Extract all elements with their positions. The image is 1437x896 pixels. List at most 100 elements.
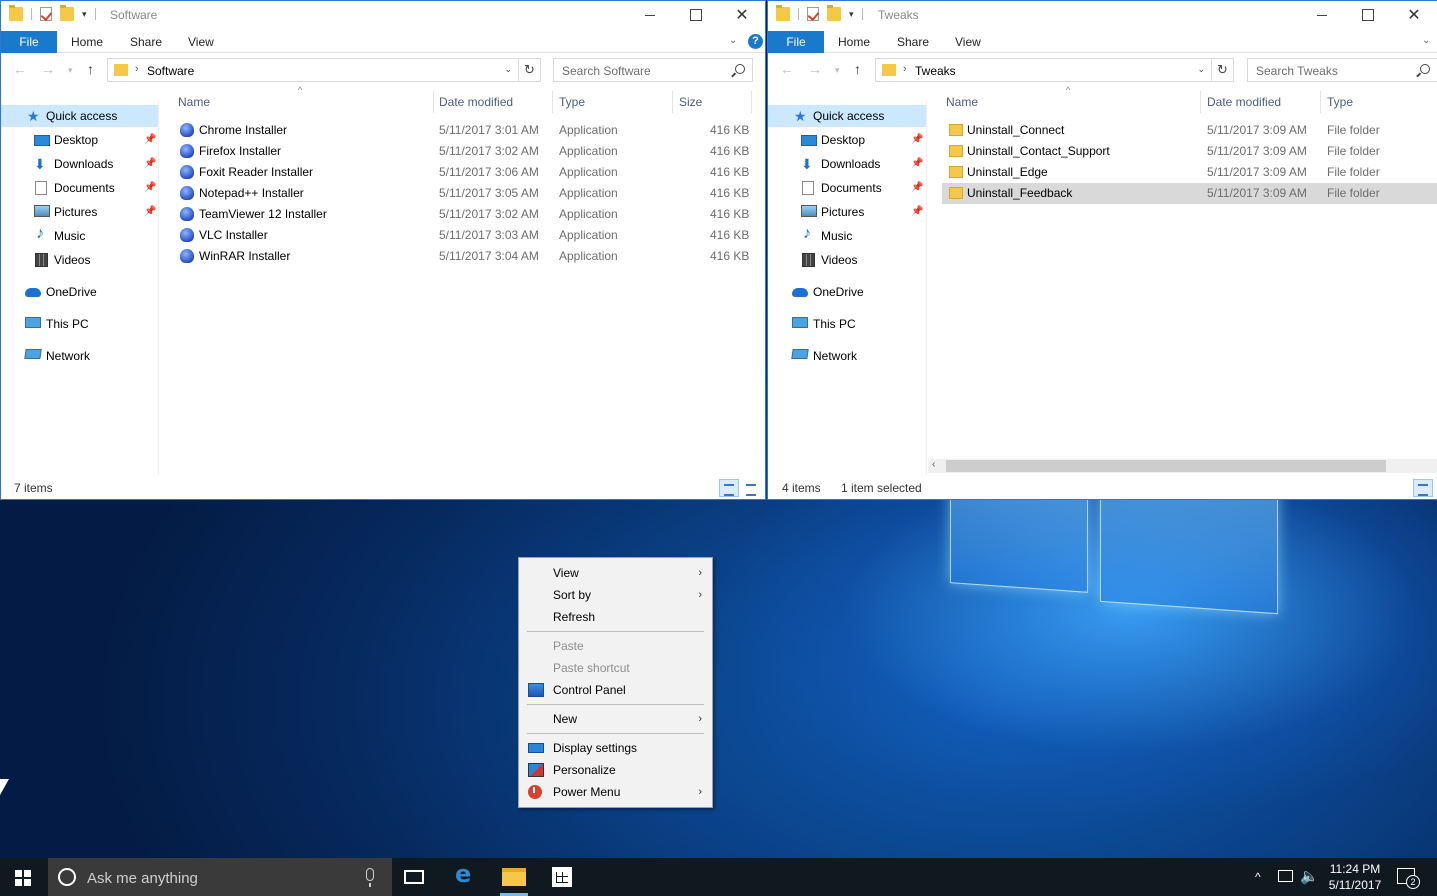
pin-icon[interactable]: 📌 [911, 153, 923, 175]
breadcrumb-chevron-icon[interactable]: › [135, 63, 139, 75]
tab-file[interactable]: File [768, 31, 824, 53]
nav-item-desktop[interactable]: Desktop 📌 [1, 129, 158, 151]
folder-row[interactable]: Uninstall_Connect 5/11/2017 3:09 AM File… [942, 120, 1437, 141]
tab-file[interactable]: File [1, 31, 57, 53]
clock[interactable]: 11:24 PM 5/11/2017 [1322, 861, 1388, 893]
refresh-icon[interactable]: ↻ [1212, 58, 1234, 82]
properties-icon[interactable] [40, 7, 52, 21]
column-separator[interactable] [751, 91, 752, 113]
back-arrow-icon[interactable]: ← [780, 61, 794, 77]
tab-home[interactable]: Home [71, 31, 103, 53]
nav-item-documents[interactable]: Documents 📌 [1, 177, 158, 199]
nav-item-pictures[interactable]: Pictures 📌 [768, 201, 926, 223]
file-row[interactable]: VLC Installer 5/11/2017 3:03 AM Applicat… [173, 225, 753, 246]
title-bar[interactable]: ▾ Software ✕ [1, 1, 765, 29]
file-row[interactable]: Firefox Installer 5/11/2017 3:02 AM Appl… [173, 141, 753, 162]
column-separator[interactable] [1200, 91, 1201, 113]
column-header-size[interactable]: Size [679, 91, 702, 113]
minimize-button[interactable] [1299, 1, 1345, 29]
tab-view[interactable]: View [955, 31, 981, 53]
maximize-button[interactable] [1345, 1, 1391, 29]
title-bar[interactable]: ▾ Tweaks ✕ [768, 1, 1437, 29]
nav-item-quick-access[interactable]: Quick access [1, 105, 158, 127]
nav-item-network[interactable]: Network [1, 345, 158, 367]
breadcrumb-current[interactable]: Tweaks [915, 64, 956, 78]
tab-share[interactable]: Share [897, 31, 929, 53]
file-row[interactable]: Notepad++ Installer 5/11/2017 3:05 AM Ap… [173, 183, 753, 204]
nav-item-this-pc[interactable]: This PC [768, 313, 926, 335]
recent-locations-icon[interactable]: ▾ [835, 65, 840, 76]
address-bar[interactable]: › Tweaks ⌄ [875, 58, 1212, 82]
address-dropdown-icon[interactable]: ⌄ [1197, 64, 1205, 75]
recent-locations-icon[interactable]: ▾ [68, 65, 73, 76]
menu-item-control-panel[interactable]: Control Panel [519, 679, 712, 701]
nav-item-this-pc[interactable]: This PC [1, 313, 158, 335]
folder-row[interactable]: Uninstall_Edge 5/11/2017 3:09 AM File fo… [942, 162, 1437, 183]
column-header-name[interactable]: Name [178, 91, 210, 113]
menu-item-personalize[interactable]: Personalize [519, 759, 712, 781]
column-separator[interactable] [552, 91, 553, 113]
up-arrow-icon[interactable]: ↑ [854, 61, 861, 77]
edge-icon[interactable]: e [455, 860, 479, 888]
nav-item-pictures[interactable]: Pictures 📌 [1, 201, 158, 223]
column-header-type[interactable]: Type [1327, 91, 1353, 113]
action-center-icon[interactable]: 2 [1397, 868, 1420, 889]
nav-item-downloads[interactable]: Downloads 📌 [1, 153, 158, 175]
nav-item-network[interactable]: Network [768, 345, 926, 367]
column-separator[interactable] [1320, 91, 1321, 113]
search-icon[interactable] [735, 64, 745, 74]
column-separator[interactable] [672, 91, 673, 113]
refresh-icon[interactable]: ↻ [519, 58, 541, 82]
forward-arrow-icon[interactable]: → [808, 61, 822, 77]
expand-ribbon-icon[interactable]: ⌄ [1422, 35, 1430, 46]
nav-item-quick-access[interactable]: Quick access [768, 105, 926, 127]
breadcrumb-chevron-icon[interactable]: › [903, 63, 907, 75]
nav-item-videos[interactable]: Videos [768, 249, 926, 271]
horizontal-scrollbar[interactable]: ‹ [928, 459, 1437, 473]
menu-item-display-settings[interactable]: Display settings [519, 737, 712, 759]
menu-item-power-menu[interactable]: Power Menu › [519, 781, 712, 803]
nav-item-music[interactable]: Music [1, 223, 158, 247]
properties-icon[interactable] [807, 7, 819, 21]
menu-item-refresh[interactable]: Refresh [519, 606, 712, 628]
search-input[interactable]: Search Tweaks [1247, 58, 1437, 82]
menu-item-paste-shortcut[interactable]: Paste shortcut [519, 657, 712, 679]
column-header-name[interactable]: Name [946, 91, 978, 113]
column-separator[interactable] [433, 91, 434, 113]
pin-icon[interactable]: 📌 [911, 129, 923, 151]
pin-icon[interactable]: 📌 [911, 201, 923, 223]
task-view-icon[interactable] [404, 870, 424, 884]
folder-row-selected[interactable]: Uninstall_Feedback 5/11/2017 3:09 AM Fil… [942, 183, 1437, 204]
nav-item-desktop[interactable]: Desktop 📌 [768, 129, 926, 151]
nav-item-videos[interactable]: Videos [1, 249, 158, 271]
up-arrow-icon[interactable]: ↑ [87, 61, 94, 77]
minimize-button[interactable] [627, 1, 673, 29]
pin-icon[interactable]: 📌 [911, 177, 923, 199]
new-folder-icon[interactable] [60, 5, 74, 21]
network-tray-icon[interactable] [1278, 870, 1293, 882]
nav-item-onedrive[interactable]: OneDrive [768, 281, 926, 303]
start-button[interactable] [15, 870, 31, 886]
expand-ribbon-icon[interactable]: ⌄ [729, 35, 737, 46]
search-icon[interactable] [1420, 64, 1430, 74]
close-button[interactable]: ✕ [1391, 1, 1437, 29]
nav-item-documents[interactable]: Documents 📌 [768, 177, 926, 199]
nav-item-onedrive[interactable]: OneDrive [1, 281, 158, 303]
file-row[interactable]: Chrome Installer 5/11/2017 3:01 AM Appli… [173, 120, 753, 141]
column-header-date-modified[interactable]: Date modified [439, 91, 513, 113]
close-button[interactable]: ✕ [719, 1, 765, 29]
file-row[interactable]: TeamViewer 12 Installer 5/11/2017 3:02 A… [173, 204, 753, 225]
file-row[interactable]: Foxit Reader Installer 5/11/2017 3:06 AM… [173, 162, 753, 183]
help-icon[interactable]: ? [748, 34, 763, 49]
volume-icon[interactable]: 🔈 [1300, 867, 1319, 885]
menu-item-view[interactable]: View › [519, 562, 712, 584]
column-header-type[interactable]: Type [559, 91, 585, 113]
forward-arrow-icon[interactable]: → [41, 61, 55, 77]
tab-view[interactable]: View [188, 31, 214, 53]
pin-icon[interactable]: 📌 [144, 129, 156, 151]
menu-item-paste[interactable]: Paste [519, 635, 712, 657]
nav-item-downloads[interactable]: Downloads 📌 [768, 153, 926, 175]
customize-toolbar-icon[interactable]: ▾ [82, 9, 87, 20]
tab-home[interactable]: Home [838, 31, 870, 53]
menu-item-new[interactable]: New › [519, 708, 712, 730]
